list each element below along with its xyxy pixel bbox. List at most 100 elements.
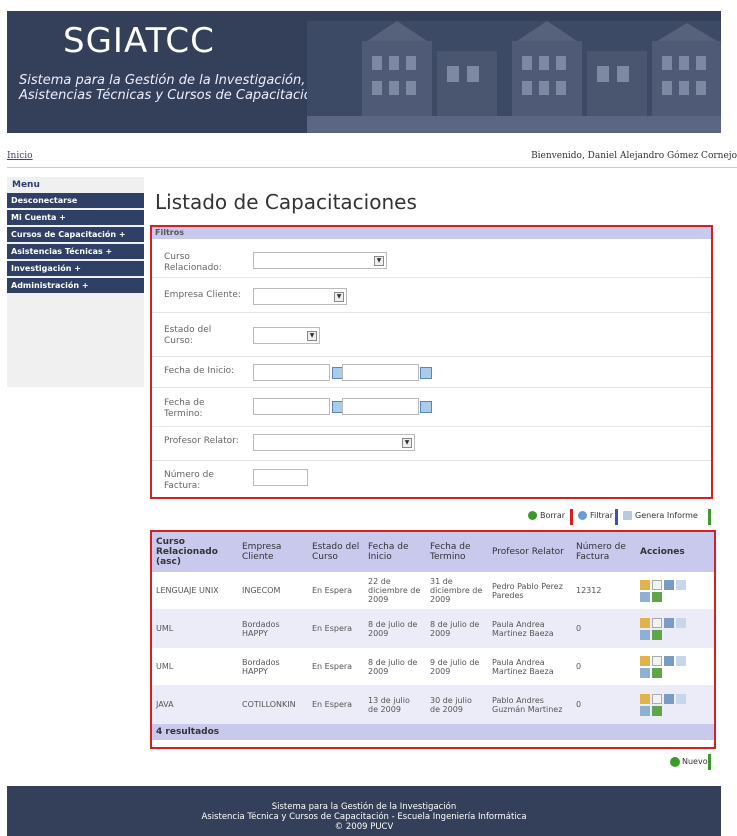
fecha-inicio-desde-input[interactable]: [253, 364, 330, 381]
sidebar-item-desconectarse[interactable]: Desconectarse: [7, 193, 144, 208]
results-panel: Curso Relacionado (asc) Empresa Cliente …: [150, 530, 716, 749]
cell-termino: 31 de diciembre de 2009: [426, 572, 488, 610]
col-inicio[interactable]: Fecha de Inicio: [364, 532, 426, 572]
col-curso[interactable]: Curso Relacionado (asc): [152, 532, 238, 572]
page-title: Listado de Capacitaciones: [155, 190, 417, 214]
col-termino[interactable]: Fecha de Termino: [426, 532, 488, 572]
subtitle-line-1: Sistema para la Gestión de la Investigac…: [19, 73, 306, 88]
separator: [708, 754, 711, 770]
cell-inicio: 22 de diciembre de 2009: [364, 572, 426, 610]
calendar-icon[interactable]: [420, 401, 432, 413]
fecha-termino-hasta-input[interactable]: [342, 398, 419, 415]
delete-document-icon[interactable]: [652, 655, 662, 666]
cell-termino: 9 de julio de 2009: [426, 647, 488, 686]
participants-icon[interactable]: [640, 667, 650, 678]
cell-profesor: Paula Andrea Martinez Baeza: [488, 609, 572, 648]
col-empresa[interactable]: Empresa Cliente: [238, 532, 308, 572]
building-illustration: [307, 21, 721, 133]
sidebar-item-cursos[interactable]: Cursos de Capacitación +: [7, 227, 144, 242]
cell-factura: 0: [572, 647, 636, 686]
informe-label: Genera Informe: [635, 511, 698, 520]
cell-factura: 0: [572, 685, 636, 724]
col-factura[interactable]: Número de Factura: [572, 532, 636, 572]
col-profesor[interactable]: Profesor Relator: [488, 532, 572, 572]
fecha-inicio-label: Fecha de Inicio:: [164, 366, 235, 376]
delete-document-icon[interactable]: [652, 693, 662, 704]
empresa-select[interactable]: ▼: [253, 288, 347, 305]
approve-icon[interactable]: [652, 629, 662, 640]
details-icon[interactable]: [676, 617, 686, 628]
estado-label: Estado del Curso:: [164, 325, 212, 346]
cell-curso: UML: [152, 609, 238, 648]
participants-icon[interactable]: [640, 591, 650, 602]
sidebar-item-asistencias[interactable]: Asistencias Técnicas +: [7, 244, 144, 259]
cell-empresa: COTILLONKIN: [238, 685, 308, 724]
profesor-label: Profesor Relator:: [164, 436, 239, 446]
delete-document-icon[interactable]: [652, 617, 662, 628]
chevron-down-icon: ▼: [307, 331, 317, 341]
results-table: Curso Relacionado (asc) Empresa Cliente …: [152, 532, 714, 724]
filter-row-curso: Curso Relacionado: ▼: [152, 240, 711, 278]
details-icon[interactable]: [676, 655, 686, 666]
sidebar-menu: Menu Desconectarse Mi Cuenta + Cursos de…: [7, 177, 144, 387]
cell-inicio: 8 de julio de 2009: [364, 647, 426, 686]
site-subtitle: Sistema para la Gestión de la Investigac…: [19, 73, 320, 103]
filtrar-button[interactable]: Filtrar: [578, 509, 613, 523]
table-row: UML Bordados HAPPY En Espera 8 de julio …: [152, 647, 714, 686]
cell-empresa: Bordados HAPPY: [238, 609, 308, 648]
profesor-select[interactable]: ▼: [253, 434, 415, 451]
approve-icon[interactable]: [652, 667, 662, 678]
borrar-label: Borrar: [540, 511, 566, 520]
nuevo-label: Nuevo: [682, 757, 708, 766]
borrar-button[interactable]: Borrar: [528, 509, 565, 523]
edit-icon[interactable]: [640, 617, 650, 628]
factura-label: Número de Factura:: [164, 470, 214, 491]
calendar-icon[interactable]: [420, 367, 432, 379]
genera-informe-button[interactable]: Genera Informe: [623, 509, 698, 523]
participants-icon[interactable]: [640, 705, 650, 716]
nuevo-button[interactable]: Nuevo: [670, 755, 708, 769]
notes-icon[interactable]: [664, 617, 674, 628]
delete-document-icon[interactable]: [652, 579, 662, 590]
edit-icon[interactable]: [640, 693, 650, 704]
approve-icon[interactable]: [652, 591, 662, 602]
cell-estado: En Espera: [308, 647, 364, 686]
separator: [708, 509, 711, 525]
estado-select[interactable]: ▼: [253, 327, 320, 344]
fecha-termino-label: Fecha de Termino:: [164, 398, 205, 419]
search-icon: [578, 511, 587, 520]
curso-select[interactable]: ▼: [253, 252, 387, 269]
cell-inicio: 8 de julio de 2009: [364, 609, 426, 648]
filter-row-fecha-inicio: Fecha de Inicio:: [152, 357, 711, 388]
notes-icon[interactable]: [664, 693, 674, 704]
cell-curso: UML: [152, 647, 238, 686]
delete-icon: [528, 511, 537, 520]
notes-icon[interactable]: [664, 655, 674, 666]
edit-icon[interactable]: [640, 579, 650, 590]
cell-profesor: Pedro Pablo Perez Paredes: [488, 572, 572, 610]
sidebar-item-investigacion[interactable]: Investigación +: [7, 261, 144, 276]
separator: [615, 509, 618, 525]
notes-icon[interactable]: [664, 579, 674, 590]
cell-factura: 0: [572, 609, 636, 648]
fecha-termino-desde-input[interactable]: [253, 398, 330, 415]
participants-icon[interactable]: [640, 629, 650, 640]
col-estado[interactable]: Estado del Curso: [308, 532, 364, 572]
sidebar-item-administracion[interactable]: Administración +: [7, 278, 144, 293]
home-link[interactable]: Inicio: [7, 151, 33, 161]
fecha-inicio-hasta-input[interactable]: [342, 364, 419, 381]
sidebar-item-mi-cuenta[interactable]: Mi Cuenta +: [7, 210, 144, 225]
welcome-message: Bienvenido, Daniel Alejandro Gómez Corne…: [531, 151, 737, 161]
details-icon[interactable]: [676, 693, 686, 704]
footer-line-1: Sistema para la Gestión de la Investigac…: [271, 802, 457, 812]
details-icon[interactable]: [676, 579, 686, 590]
cell-estado: En Espera: [308, 685, 364, 724]
cell-termino: 30 de julio de 2009: [426, 685, 488, 724]
filter-actions: Borrar Filtrar Genera Informe: [528, 509, 712, 525]
edit-icon[interactable]: [640, 655, 650, 666]
col-acciones: Acciones: [636, 532, 714, 572]
factura-input[interactable]: [253, 469, 308, 486]
approve-icon[interactable]: [652, 705, 662, 716]
filter-row-profesor: Profesor Relator: ▼: [152, 427, 711, 461]
top-bar: Inicio Bienvenido, Daniel Alejandro Góme…: [7, 149, 737, 168]
